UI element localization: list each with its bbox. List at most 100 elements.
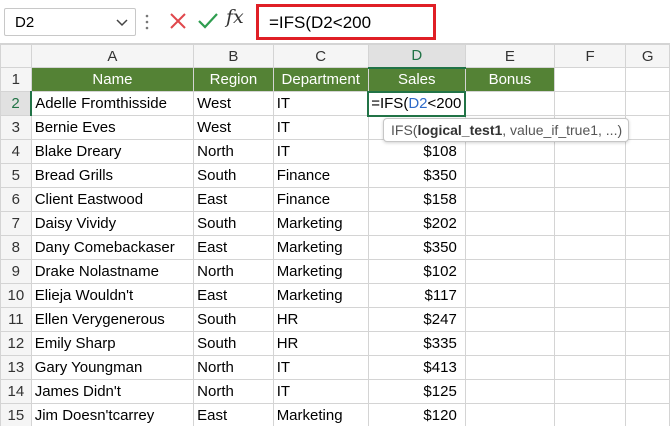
row-header[interactable]: 7 — [0, 211, 32, 236]
cell[interactable] — [625, 259, 670, 284]
function-tooltip[interactable]: IFS(logical_test1, value_if_true1, ...) — [383, 118, 629, 142]
cell[interactable] — [553, 187, 627, 212]
cell-bonus[interactable] — [464, 139, 555, 164]
header-cell-region[interactable]: Region — [193, 67, 274, 92]
cell-bonus[interactable] — [464, 235, 555, 260]
cell[interactable] — [625, 91, 670, 116]
header-cell-department[interactable]: Department — [272, 67, 369, 92]
cell-region[interactable]: West — [193, 91, 274, 116]
cell-sales[interactable]: $350 — [367, 235, 466, 260]
cell[interactable] — [553, 379, 627, 404]
cell-name[interactable]: Client Eastwood — [30, 187, 195, 212]
cell-sales[interactable]: $202 — [367, 211, 466, 236]
cell-department[interactable]: Marketing — [272, 211, 369, 236]
cell-bonus[interactable] — [464, 259, 555, 284]
cell-name[interactable]: Drake Nolastname — [30, 259, 195, 284]
cell-sales[interactable]: $350 — [367, 163, 466, 188]
cell-sales[interactable]: $108 — [367, 139, 466, 164]
cell-name[interactable]: Dany Comebackaser — [30, 235, 195, 260]
cell[interactable] — [625, 163, 670, 188]
cell[interactable] — [553, 163, 627, 188]
cell-name[interactable]: Bernie Eves — [30, 115, 195, 140]
cell-region[interactable]: East — [193, 235, 274, 260]
row-header[interactable]: 11 — [0, 307, 32, 332]
cell-name[interactable]: Bread Grills — [30, 163, 195, 188]
cell[interactable] — [625, 115, 670, 140]
column-header-c[interactable]: C — [272, 44, 369, 68]
cell-region[interactable]: South — [193, 307, 274, 332]
cell-department[interactable]: IT — [272, 139, 369, 164]
row-header[interactable]: 1 — [0, 67, 32, 92]
cell-department[interactable]: Marketing — [272, 235, 369, 260]
cell-name[interactable]: Daisy Vividy — [30, 211, 195, 236]
cell-department[interactable]: Marketing — [272, 283, 369, 308]
cell-department[interactable]: Finance — [272, 187, 369, 212]
cell-name[interactable]: Emily Sharp — [30, 331, 195, 356]
cell-region[interactable]: West — [193, 115, 274, 140]
column-header-g[interactable]: G — [625, 44, 670, 68]
row-header[interactable]: 8 — [0, 235, 32, 260]
cell-region[interactable]: North — [193, 139, 274, 164]
cell-region[interactable]: South — [193, 331, 274, 356]
cell[interactable] — [625, 355, 670, 380]
cell-name[interactable]: Ellen Verygenerous — [30, 307, 195, 332]
cell-bonus[interactable] — [464, 211, 555, 236]
cell-bonus[interactable] — [464, 187, 555, 212]
cell[interactable] — [625, 403, 670, 426]
cell[interactable] — [553, 235, 627, 260]
cell-department[interactable]: Marketing — [272, 259, 369, 284]
row-header[interactable]: 3 — [0, 115, 32, 140]
cell-name[interactable]: Adelle Fromthisside — [30, 91, 195, 116]
cell-bonus[interactable] — [464, 331, 555, 356]
cell-region[interactable]: South — [193, 163, 274, 188]
cell[interactable] — [553, 67, 627, 92]
cell-bonus[interactable] — [464, 379, 555, 404]
cell-name[interactable]: Gary Youngman — [30, 355, 195, 380]
chevron-down-icon[interactable] — [115, 15, 129, 29]
row-header[interactable]: 2 — [0, 91, 33, 116]
active-cell-d2[interactable]: =IFS(D2<200 — [367, 90, 467, 117]
cell[interactable] — [625, 187, 670, 212]
column-header-e[interactable]: E — [464, 44, 555, 68]
row-header[interactable]: 14 — [0, 379, 32, 404]
row-header[interactable]: 13 — [0, 355, 32, 380]
cell[interactable] — [553, 139, 627, 164]
cell[interactable] — [553, 259, 627, 284]
cell-department[interactable]: Marketing — [272, 403, 369, 426]
cell-department[interactable]: HR — [272, 307, 369, 332]
cell-department[interactable]: IT — [272, 91, 369, 116]
tooltip-current-argument[interactable]: logical_test1 — [417, 122, 502, 138]
header-cell-bonus[interactable]: Bonus — [464, 67, 555, 92]
column-header-d[interactable]: D — [367, 44, 466, 69]
cell[interactable] — [553, 211, 627, 236]
column-header-a[interactable]: A — [30, 44, 195, 68]
cell-department[interactable]: HR — [272, 331, 369, 356]
row-header[interactable]: 6 — [0, 187, 32, 212]
cell-region[interactable]: North — [193, 379, 274, 404]
cell[interactable] — [553, 355, 627, 380]
cell-bonus[interactable] — [464, 355, 555, 380]
cell[interactable] — [553, 403, 627, 426]
enter-check-icon[interactable] — [197, 11, 219, 31]
cell-name[interactable]: Elieja Wouldn't — [30, 283, 195, 308]
cell-bonus[interactable] — [464, 163, 555, 188]
formula-input[interactable]: =IFS(D2<200 — [256, 4, 436, 40]
cell-department[interactable]: Finance — [272, 163, 369, 188]
cell-region[interactable]: East — [193, 187, 274, 212]
insert-function-icon[interactable]: fx — [226, 6, 244, 28]
row-header[interactable]: 4 — [0, 139, 32, 164]
cell-sales[interactable]: $102 — [367, 259, 466, 284]
cell-sales[interactable]: $413 — [367, 355, 466, 380]
cell[interactable] — [553, 331, 627, 356]
name-box[interactable]: D2 — [4, 8, 136, 36]
cell[interactable] — [553, 283, 627, 308]
header-cell-sales[interactable]: Sales — [367, 67, 466, 92]
cell[interactable] — [625, 235, 670, 260]
cell-sales[interactable]: $120 — [367, 403, 466, 426]
header-cell-name[interactable]: Name — [30, 67, 195, 92]
cell[interactable] — [553, 307, 627, 332]
cell-bonus[interactable] — [464, 403, 555, 426]
cell-region[interactable]: East — [193, 403, 274, 426]
cell[interactable] — [625, 67, 670, 92]
cell-name[interactable]: James Didn't — [30, 379, 195, 404]
